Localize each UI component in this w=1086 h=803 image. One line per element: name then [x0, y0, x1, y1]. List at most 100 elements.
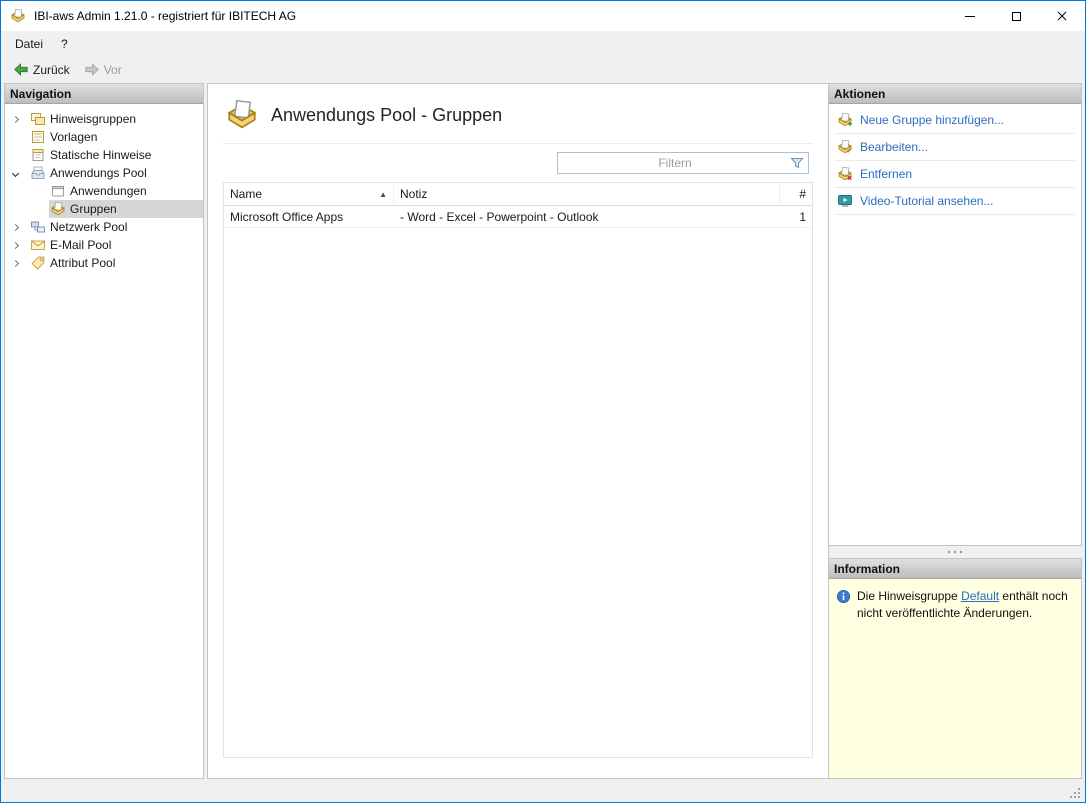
applications-icon — [50, 183, 66, 199]
nav-item-label: Attribut Pool — [50, 256, 116, 270]
video-tutorial-icon — [837, 193, 853, 209]
nav-item-label: Vorlagen — [50, 130, 98, 144]
app-icon — [10, 8, 26, 24]
back-arrow-icon — [13, 61, 29, 78]
menu-item-help[interactable]: ? — [52, 33, 77, 55]
groups-table: Name ▲ Notiz # Microsoft Office Apps - W… — [223, 182, 813, 758]
back-button[interactable]: Zurück — [6, 58, 77, 81]
groups-icon — [50, 201, 66, 217]
close-icon — [1057, 11, 1067, 21]
information-panel: Information Die Hinweisgruppe Default en… — [828, 558, 1082, 779]
nav-item-label: Anwendungen — [70, 184, 147, 198]
email-pool-icon — [30, 237, 46, 253]
action-label: Entfernen — [860, 167, 913, 181]
forward-button[interactable]: Vor — [77, 58, 129, 81]
chevron-right-icon[interactable] — [11, 115, 20, 123]
title-bar: IBI-aws Admin 1.21.0 - registriert für I… — [1, 1, 1085, 31]
action-list: Neue Gruppe hinzufügen... Bearbeiten... … — [829, 104, 1081, 215]
close-button[interactable] — [1039, 1, 1085, 31]
remove-group-icon — [837, 166, 853, 182]
content-panel: Anwendungs Pool - Gruppen Name ▲ — [207, 83, 829, 779]
splitter-dots-icon — [947, 550, 963, 554]
resize-grip[interactable] — [1069, 787, 1081, 799]
maximize-button[interactable] — [993, 1, 1039, 31]
sort-ascending-icon: ▲ — [379, 189, 387, 199]
filter-box — [557, 152, 809, 174]
chevron-down-icon[interactable] — [11, 169, 20, 177]
toolbar: Zurück Vor — [1, 56, 1085, 83]
resize-grip-icon — [1070, 788, 1080, 798]
action-label: Neue Gruppe hinzufügen... — [860, 113, 1005, 127]
nav-item-anwendungen[interactable]: Anwendungen — [5, 182, 203, 200]
default-group-link[interactable]: Default — [961, 589, 999, 603]
app-window: IBI-aws Admin 1.21.0 - registriert für I… — [0, 0, 1086, 803]
groups-page-icon — [225, 98, 259, 132]
actions-panel: Aktionen Neue Gruppe hinzufügen... Bearb… — [828, 83, 1082, 546]
templates-icon — [30, 129, 46, 145]
back-label: Zurück — [33, 62, 70, 77]
column-header-count[interactable]: # — [780, 183, 812, 205]
forward-arrow-icon — [84, 61, 100, 78]
actions-header: Aktionen — [829, 84, 1081, 104]
filter-input[interactable] — [557, 152, 809, 174]
nav-item-label: Netzwerk Pool — [50, 220, 128, 234]
edit-group-icon — [837, 139, 853, 155]
filter-row — [223, 144, 813, 182]
navigation-tree: Hinweisgruppen Vorlagen Statische Hinwei… — [5, 104, 203, 272]
nav-item-vorlagen[interactable]: Vorlagen — [5, 128, 203, 146]
maximize-icon — [1011, 11, 1021, 21]
information-body: Die Hinweisgruppe Default enthält noch n… — [829, 579, 1081, 778]
minimize-button[interactable] — [947, 1, 993, 31]
cell-count: 1 — [799, 209, 806, 224]
nav-item-label: Gruppen — [70, 202, 117, 216]
chevron-right-icon[interactable] — [11, 259, 20, 267]
add-group-icon — [837, 112, 853, 128]
table-header-row: Name ▲ Notiz # — [224, 183, 812, 206]
attribute-pool-icon — [30, 255, 46, 271]
content-header: Anwendungs Pool - Gruppen — [223, 96, 813, 144]
nav-item-gruppen[interactable]: Gruppen — [5, 200, 203, 218]
workspace: Navigation Hinweisgruppen Vorlagen Stati… — [2, 83, 1084, 801]
forward-label: Vor — [103, 62, 122, 77]
chevron-right-icon[interactable] — [11, 241, 20, 249]
cell-notiz: - Word - Excel - Powerpoint - Outlook — [400, 209, 599, 224]
information-header: Information — [829, 559, 1081, 579]
nav-item-attribut-pool[interactable]: Attribut Pool — [5, 254, 203, 272]
nav-item-label: Statische Hinweise — [50, 148, 152, 162]
column-header-notiz[interactable]: Notiz — [394, 183, 780, 205]
nav-item-netzwerk-pool[interactable]: Netzwerk Pool — [5, 218, 203, 236]
page-title: Anwendungs Pool - Gruppen — [271, 104, 503, 125]
nav-item-email-pool[interactable]: E-Mail Pool — [5, 236, 203, 254]
action-remove-group[interactable]: Entfernen — [835, 161, 1075, 188]
menu-bar: Datei ? — [1, 31, 1085, 56]
minimize-icon — [965, 15, 975, 17]
nav-item-hinweisgruppen[interactable]: Hinweisgruppen — [5, 110, 203, 128]
hint-groups-icon — [30, 111, 46, 127]
window-controls — [947, 1, 1085, 31]
info-icon — [836, 589, 851, 604]
right-column: Aktionen Neue Gruppe hinzufügen... Bearb… — [828, 83, 1082, 779]
action-add-group[interactable]: Neue Gruppe hinzufügen... — [835, 107, 1075, 134]
table-row[interactable]: Microsoft Office Apps - Word - Excel - P… — [224, 206, 812, 228]
application-pool-icon — [30, 165, 46, 181]
menu-item-datei[interactable]: Datei — [6, 33, 52, 55]
action-edit-group[interactable]: Bearbeiten... — [835, 134, 1075, 161]
navigation-header: Navigation — [5, 84, 203, 104]
nav-item-label: Hinweisgruppen — [50, 112, 137, 126]
column-header-name[interactable]: Name ▲ — [224, 183, 394, 205]
nav-item-anwendungs-pool[interactable]: Anwendungs Pool — [5, 164, 203, 182]
panel-splitter[interactable] — [828, 546, 1082, 558]
navigation-panel: Navigation Hinweisgruppen Vorlagen Stati… — [4, 83, 204, 779]
action-label: Video-Tutorial ansehen... — [860, 194, 994, 208]
filter-funnel-icon[interactable] — [789, 155, 805, 171]
chevron-right-icon[interactable] — [11, 223, 20, 231]
cell-name: Microsoft Office Apps — [230, 209, 344, 224]
nav-item-label: Anwendungs Pool — [50, 166, 147, 180]
network-pool-icon — [30, 219, 46, 235]
nav-item-statische-hinweise[interactable]: Statische Hinweise — [5, 146, 203, 164]
window-title: IBI-aws Admin 1.21.0 - registriert für I… — [34, 9, 297, 23]
nav-item-label: E-Mail Pool — [50, 238, 112, 252]
action-video-tutorial[interactable]: Video-Tutorial ansehen... — [835, 188, 1075, 215]
information-text: Die Hinweisgruppe Default enthält noch n… — [857, 589, 1068, 621]
static-hints-icon — [30, 147, 46, 163]
